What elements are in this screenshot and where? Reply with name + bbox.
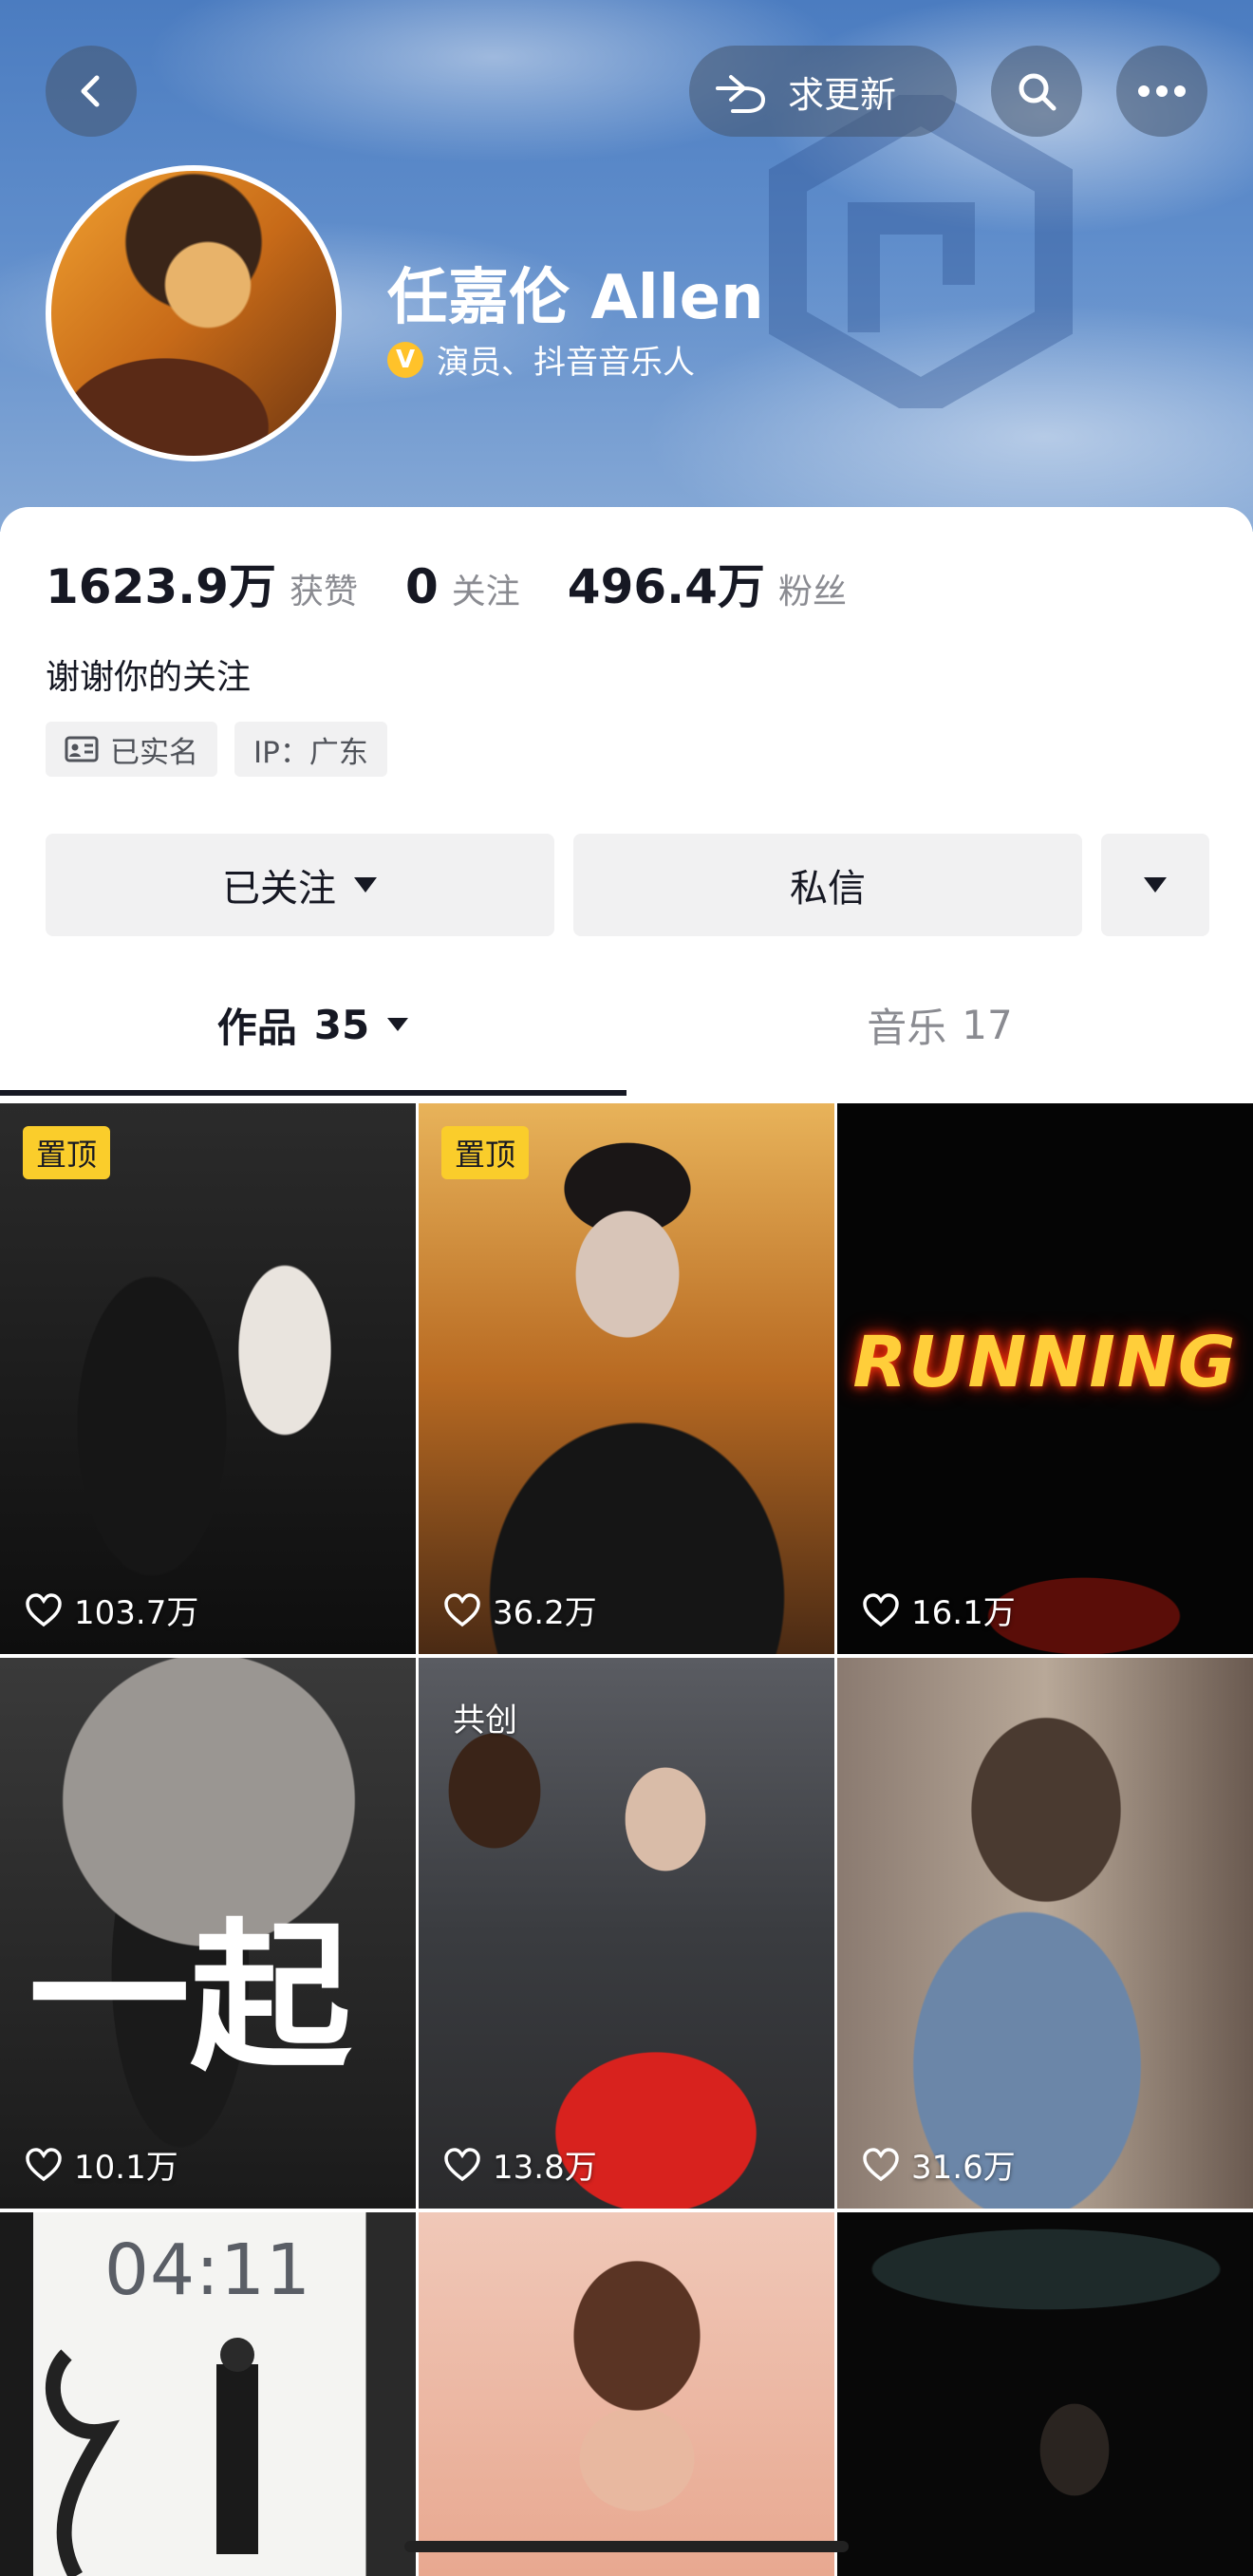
profile-name: 任嘉伦 Allen — [387, 263, 764, 333]
heart-icon — [863, 1592, 899, 1626]
video-overlay-text: 一起 — [28, 1905, 352, 2093]
phone-wallpaper-figure — [45, 2338, 258, 2576]
search-button[interactable] — [991, 46, 1082, 137]
stat-following[interactable]: 0 关注 — [405, 559, 520, 614]
following-button[interactable]: 已关注 — [46, 834, 554, 936]
like-count: 10.1万 — [25, 2141, 178, 2188]
message-label: 私信 — [790, 867, 866, 911]
video-card[interactable]: 共创 13.8万 — [419, 1658, 834, 2209]
chevron-left-icon — [81, 75, 100, 107]
video-overlay-text: RUNNING — [852, 1322, 1238, 1403]
stat-value: 1623.9万 — [46, 559, 276, 614]
stat-label: 关注 — [451, 573, 520, 611]
stat-label: 获赞 — [289, 573, 358, 611]
ip-tag: IP：广东 — [234, 722, 387, 777]
heart-icon — [863, 2147, 899, 2181]
recommend-dropdown-button[interactable] — [1101, 834, 1209, 936]
ip-label: IP：广东 — [253, 735, 368, 770]
like-count-value: 103.7万 — [74, 1594, 199, 1632]
video-card[interactable] — [419, 2212, 834, 2576]
following-label: 已关注 — [222, 867, 336, 911]
like-count-value: 13.8万 — [493, 2149, 597, 2187]
verification-row: V 演员、抖音音乐人 — [387, 336, 695, 383]
video-card[interactable]: RUNNING 16.1万 — [837, 1103, 1253, 1654]
video-card[interactable]: 置顶 36.2万 — [419, 1103, 834, 1654]
video-card[interactable]: 31.6万 — [837, 1658, 1253, 2209]
more-dots-icon — [1138, 85, 1186, 97]
video-card[interactable]: 一起 10.1万 — [0, 1658, 416, 2209]
like-count-value: 36.2万 — [493, 1594, 597, 1632]
stats-row: 1623.9万 获赞 0 关注 496.4万 粉丝 — [46, 549, 894, 617]
tags-row: 已实名 IP：广东 — [46, 722, 387, 777]
avatar[interactable] — [46, 165, 342, 461]
message-button[interactable]: 私信 — [573, 834, 1082, 936]
video-card[interactable]: 04:11 — [0, 2212, 416, 2576]
tab-works-label: 作品 — [216, 1004, 297, 1051]
realname-tag: 已实名 — [46, 722, 217, 777]
bio-text: 谢谢你的关注 — [46, 658, 252, 697]
brand-logo-watermark — [769, 95, 1073, 408]
request-update-button[interactable]: 求更新 — [689, 46, 957, 137]
pinned-badge: 置顶 — [23, 1126, 111, 1179]
verified-badge-icon: V — [387, 341, 423, 378]
back-button[interactable] — [46, 46, 137, 137]
pinned-badge: 置顶 — [441, 1126, 530, 1179]
tab-music[interactable]: 音乐 17 — [626, 963, 1253, 1086]
pointing-hand-icon — [716, 75, 765, 113]
like-count: 103.7万 — [25, 1587, 198, 1633]
stat-likes[interactable]: 1623.9万 获赞 — [46, 549, 358, 617]
realname-label: 已实名 — [110, 735, 198, 770]
tab-works-count: 35 — [313, 1001, 370, 1048]
home-indicator[interactable] — [404, 2541, 849, 2552]
caret-down-icon — [1144, 877, 1167, 893]
stat-followers[interactable]: 496.4万 粉丝 — [568, 549, 847, 617]
like-count: 16.1万 — [862, 1587, 1016, 1633]
heart-icon — [444, 1592, 480, 1626]
caret-down-icon — [387, 1018, 409, 1031]
video-card[interactable] — [837, 2212, 1253, 2576]
stat-value: 496.4万 — [567, 559, 765, 614]
tab-works[interactable]: 作品 35 — [0, 963, 626, 1086]
video-card[interactable]: 置顶 103.7万 — [0, 1103, 416, 1654]
heart-icon — [26, 1592, 62, 1626]
tab-music-label: 音乐 — [867, 1004, 947, 1051]
request-update-label: 求更新 — [788, 73, 897, 116]
content-tabs: 作品 35 音乐 17 — [0, 963, 1253, 1092]
id-card-icon — [65, 736, 99, 762]
tab-music-count: 17 — [962, 1001, 1013, 1048]
like-count-value: 10.1万 — [74, 2149, 178, 2187]
like-count: 36.2万 — [443, 1587, 597, 1633]
like-count-value: 31.6万 — [911, 2149, 1016, 2187]
like-count-value: 16.1万 — [911, 1594, 1016, 1632]
heart-icon — [444, 2147, 480, 2181]
tab-active-indicator — [0, 1090, 626, 1096]
more-options-button[interactable] — [1116, 46, 1207, 137]
stat-label: 粉丝 — [777, 573, 847, 611]
like-count: 13.8万 — [443, 2141, 597, 2188]
co-create-badge: 共创 — [453, 1701, 517, 1739]
search-icon — [1019, 73, 1057, 111]
verification-text: 演员、抖音音乐人 — [437, 344, 695, 382]
stat-value: 0 — [404, 559, 439, 614]
heart-icon — [26, 2147, 62, 2181]
like-count: 31.6万 — [862, 2141, 1016, 2188]
action-buttons: 已关注 私信 — [46, 834, 1209, 936]
caret-down-icon — [354, 877, 377, 893]
